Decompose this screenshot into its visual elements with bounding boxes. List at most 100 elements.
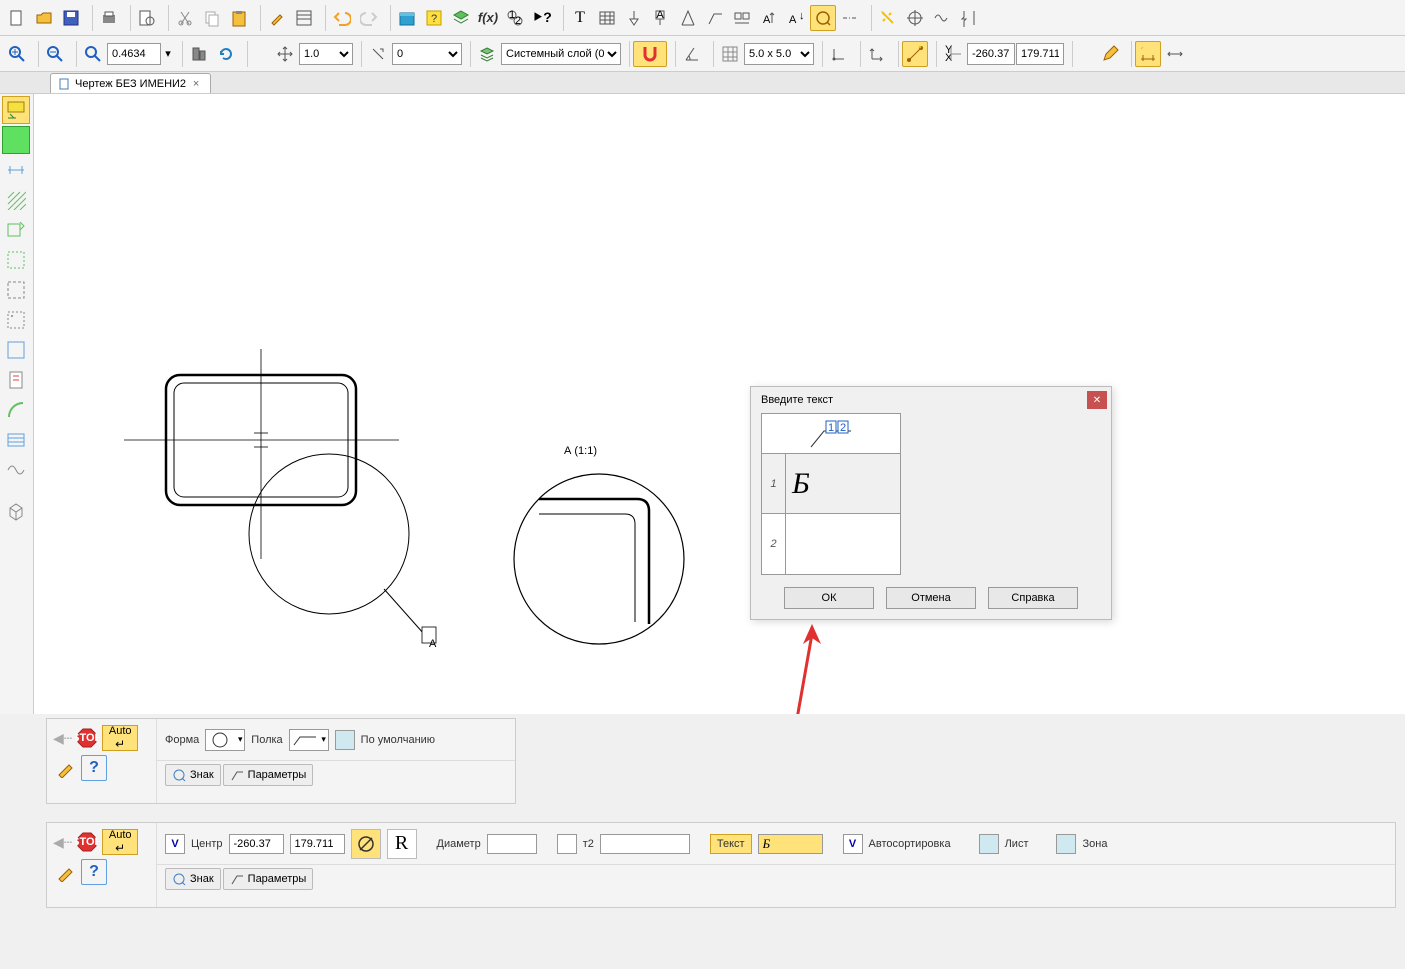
copy-props-icon-2[interactable]: [53, 859, 79, 885]
print-icon[interactable]: [96, 5, 122, 31]
tab-params-2[interactable]: Параметры: [223, 868, 314, 890]
zone-toggle[interactable]: [1056, 834, 1076, 854]
copy-props-icon[interactable]: [53, 755, 79, 781]
sheet-toggle[interactable]: [979, 834, 999, 854]
measure-tool-icon[interactable]: [2, 276, 30, 304]
center-checkbox[interactable]: V: [165, 834, 185, 854]
help-panel-icon-2[interactable]: ?: [81, 859, 107, 885]
auto-create-icon-2[interactable]: Auto↵: [102, 829, 138, 855]
spec-tool-icon[interactable]: [2, 336, 30, 364]
shift-icon[interactable]: [365, 41, 391, 67]
autosort-checkbox[interactable]: V: [843, 834, 863, 854]
tolerance-icon[interactable]: [675, 5, 701, 31]
ortho-icon[interactable]: [826, 41, 852, 67]
help-icon[interactable]: ?: [421, 5, 447, 31]
stop-icon-2[interactable]: STOP: [74, 829, 100, 855]
diameter-input[interactable]: [487, 834, 537, 854]
fx-icon[interactable]: f(x): [475, 5, 501, 31]
report-tool-icon[interactable]: [2, 366, 30, 394]
cut-icon[interactable]: [172, 5, 198, 31]
3d-tool-icon[interactable]: [2, 498, 30, 526]
snap-toggle-icon[interactable]: [633, 41, 667, 67]
mark-icon[interactable]: [729, 5, 755, 31]
paste-icon[interactable]: [226, 5, 252, 31]
layers-icon[interactable]: [448, 5, 474, 31]
zoom-in-icon[interactable]: [4, 41, 30, 67]
redo-icon[interactable]: [356, 5, 382, 31]
layer-select[interactable]: Системный слой (0): [501, 43, 621, 65]
text-tool-icon[interactable]: T: [567, 5, 593, 31]
whatsthis-icon[interactable]: ⯈?: [529, 5, 555, 31]
edit-icon[interactable]: [1097, 41, 1123, 67]
wave-icon[interactable]: [929, 5, 955, 31]
text-input[interactable]: [758, 834, 823, 854]
datum-icon[interactable]: [621, 5, 647, 31]
grid-icon[interactable]: [717, 41, 743, 67]
dimension-tool-icon[interactable]: [2, 156, 30, 184]
library-icon[interactable]: [394, 5, 420, 31]
center-mark-icon[interactable]: [902, 5, 928, 31]
brush-icon[interactable]: [264, 5, 290, 31]
select-tool-icon[interactable]: [2, 306, 30, 334]
coord-y-input[interactable]: [1016, 43, 1064, 65]
angle-icon[interactable]: [679, 41, 705, 67]
scale-select[interactable]: 1.0: [299, 43, 353, 65]
shape-selector[interactable]: ▾: [205, 729, 245, 751]
refresh-icon[interactable]: [213, 41, 239, 67]
drawing-canvas[interactable]: А А (1:1): [34, 94, 1405, 714]
position-icon[interactable]: A: [756, 5, 782, 31]
arc-tool-icon[interactable]: [2, 396, 30, 424]
tab-sign-1[interactable]: Знак: [165, 764, 221, 786]
break-line-icon[interactable]: [956, 5, 982, 31]
radius-symbol-icon[interactable]: R: [387, 829, 417, 859]
t2-checkbox[interactable]: [557, 834, 577, 854]
zoom-value-input[interactable]: [107, 43, 161, 65]
change-icon[interactable]: A↓: [783, 5, 809, 31]
preview-icon[interactable]: [134, 5, 160, 31]
dimension-linear-icon[interactable]: [1162, 41, 1188, 67]
table-tool-icon[interactable]: [594, 5, 620, 31]
hatch-tool-icon[interactable]: [2, 186, 30, 214]
properties-icon[interactable]: [291, 5, 317, 31]
numbering-icon[interactable]: 12: [502, 5, 528, 31]
sine-tool-icon[interactable]: [2, 456, 30, 484]
snap-points-icon[interactable]: [902, 41, 928, 67]
stop-icon[interactable]: STOP: [74, 725, 100, 751]
coord-x-input[interactable]: [967, 43, 1015, 65]
tab-sign-2[interactable]: Знак: [165, 868, 221, 890]
cancel-button[interactable]: Отмена: [886, 587, 976, 609]
ledge-selector[interactable]: ▾: [289, 729, 329, 751]
roughness-icon[interactable]: A: [648, 5, 674, 31]
help-panel-icon[interactable]: ?: [81, 755, 107, 781]
undo-icon[interactable]: [329, 5, 355, 31]
autosize-icon[interactable]: [875, 5, 901, 31]
geometry-tool-icon[interactable]: [2, 96, 30, 124]
document-tab[interactable]: Чертеж БЕЗ ИМЕНИ2 ×: [50, 73, 211, 93]
center-y-input[interactable]: [290, 834, 345, 854]
default-toggle[interactable]: [335, 730, 355, 750]
ok-button[interactable]: ОК: [784, 587, 874, 609]
dimension-auto-icon[interactable]: [1135, 41, 1161, 67]
tab-params-1[interactable]: Параметры: [223, 764, 314, 786]
layer-manager-icon[interactable]: [474, 41, 500, 67]
green-tool-icon[interactable]: [2, 126, 30, 154]
grid-select[interactable]: 5.0 x 5.0: [744, 43, 814, 65]
param-tool-icon[interactable]: [2, 246, 30, 274]
save-icon[interactable]: [58, 5, 84, 31]
row-2-value[interactable]: [786, 514, 900, 574]
center-x-input[interactable]: [229, 834, 284, 854]
rebuild-icon[interactable]: [186, 41, 212, 67]
dialog-close-icon[interactable]: ✕: [1087, 391, 1107, 409]
edit-tool-icon[interactable]: [2, 216, 30, 244]
zoom-scale-icon[interactable]: [80, 41, 106, 67]
auto-create-icon[interactable]: Auto↵: [102, 725, 138, 751]
detail-view-icon[interactable]: [810, 5, 836, 31]
help-button[interactable]: Справка: [988, 587, 1078, 609]
coord-system-icon[interactable]: [864, 41, 890, 67]
diameter-symbol-icon[interactable]: [351, 829, 381, 859]
zoom-out-icon[interactable]: [42, 41, 68, 67]
coord-input-icon[interactable]: YX: [940, 41, 966, 67]
offset-select[interactable]: 0: [392, 43, 462, 65]
snap-move-icon[interactable]: [272, 41, 298, 67]
centerline-icon[interactable]: [837, 5, 863, 31]
